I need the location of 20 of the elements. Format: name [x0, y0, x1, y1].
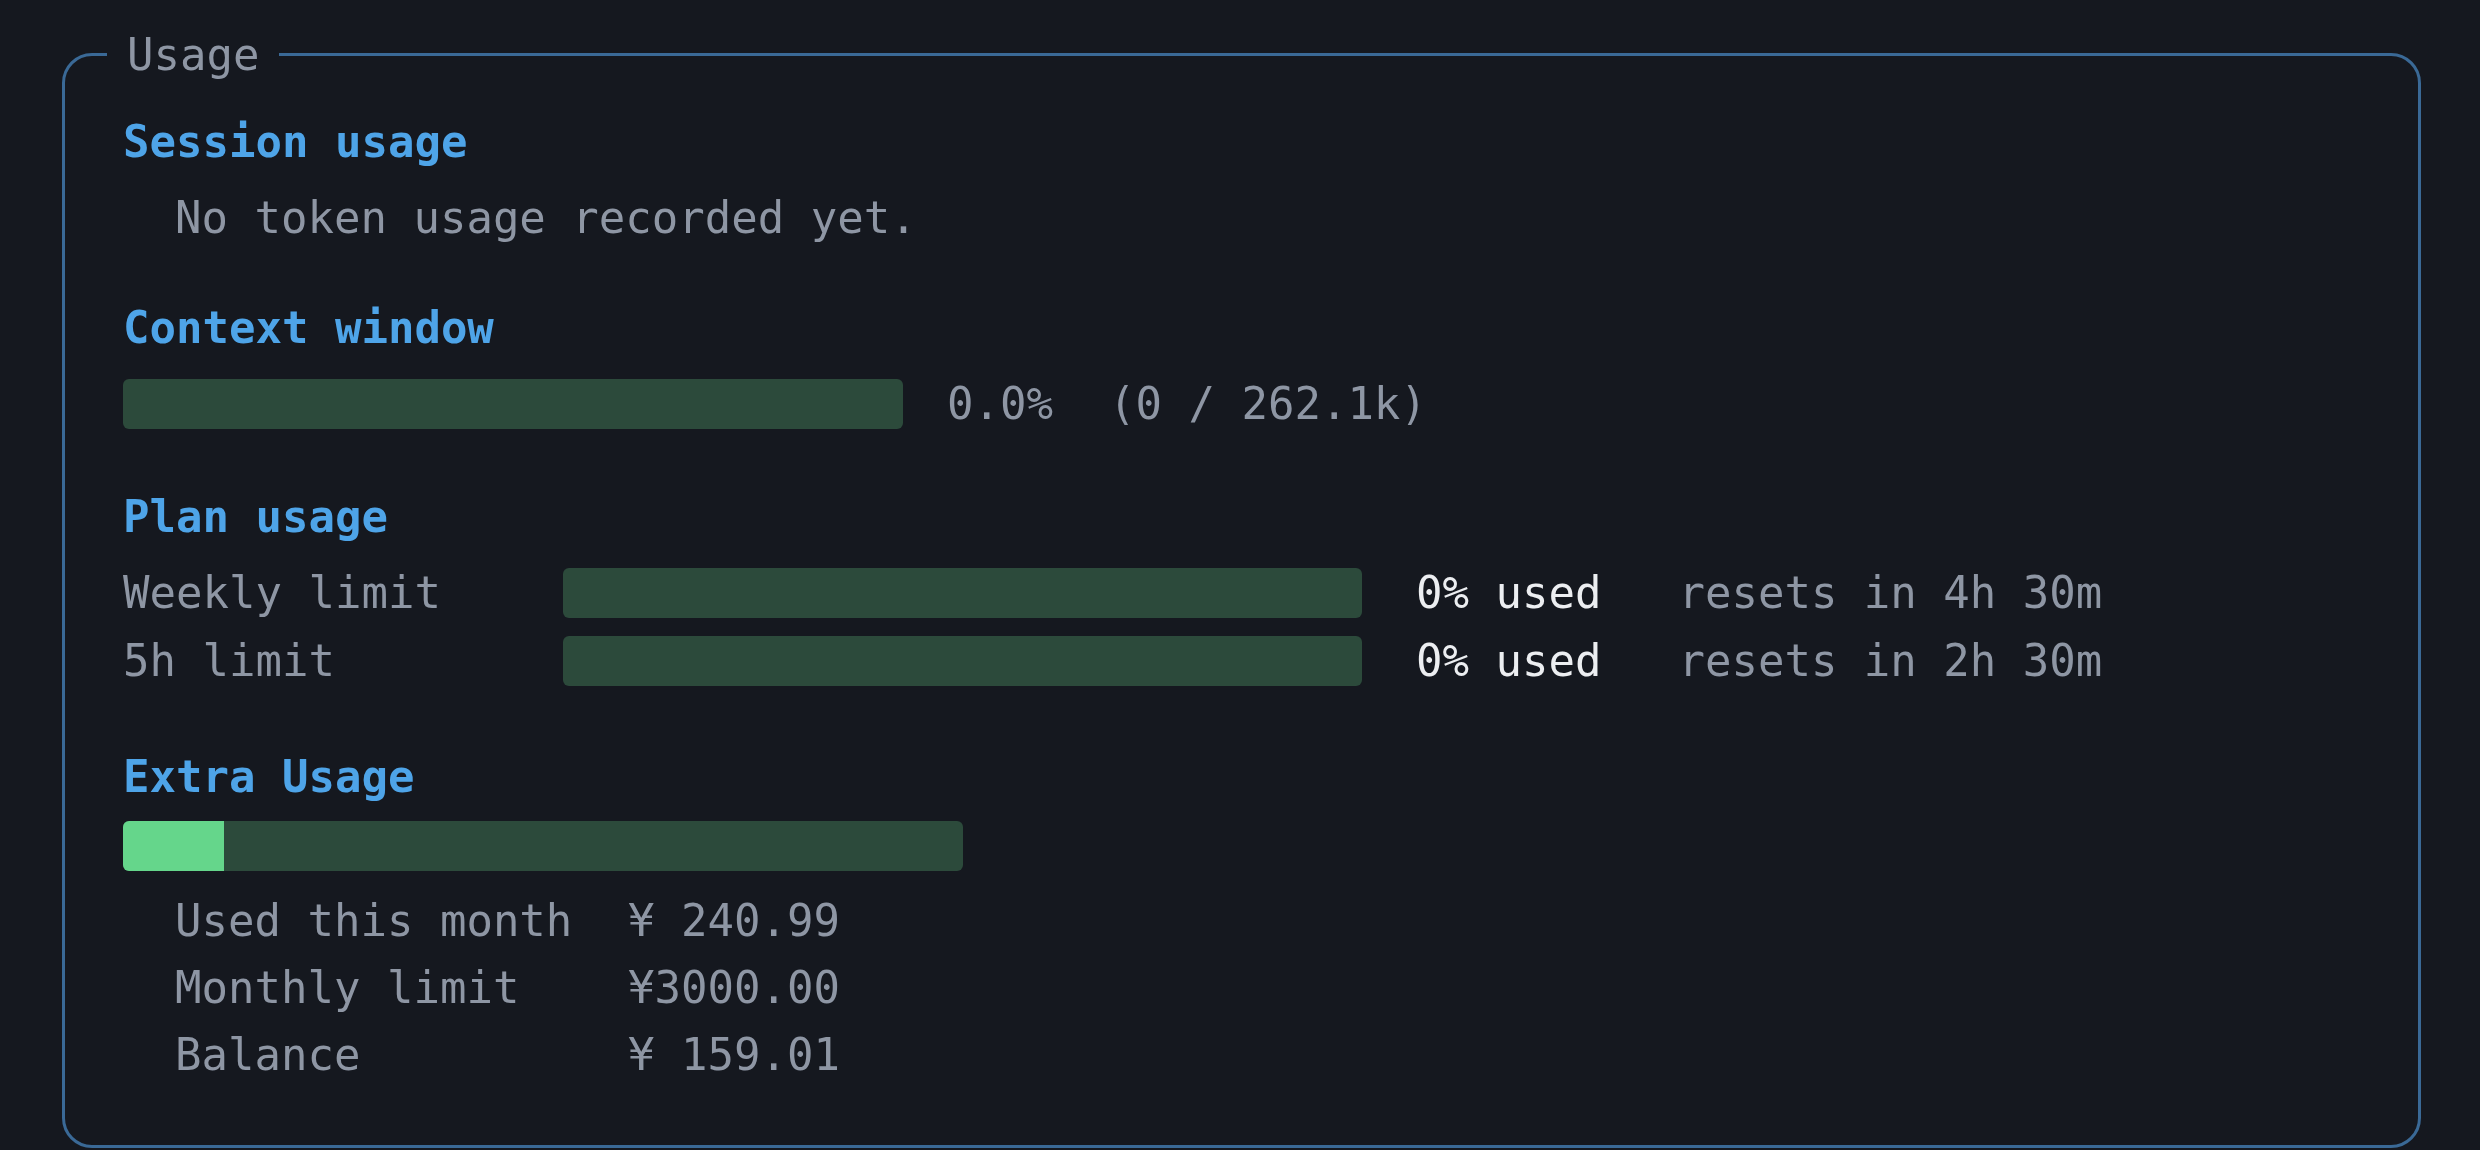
section-heading: Session usage	[123, 115, 468, 168]
used-percent: 0% used	[1416, 634, 1602, 687]
reset-time: resets in 2h 30m	[1678, 634, 2103, 687]
amount-value: ¥ 240.99	[628, 894, 840, 947]
status-message: No token usage recorded yet.	[174, 191, 917, 244]
amount-label: Monthly limit	[175, 961, 521, 1014]
reset-time: resets in 4h 30m	[1678, 566, 2103, 619]
section-heading: Plan usage	[123, 490, 388, 543]
amount-label: Used this month	[175, 894, 574, 947]
token-count: (0 / 262.1k)	[1108, 377, 1427, 430]
section-heading: Extra Usage	[123, 750, 415, 803]
amount-label: Balance	[175, 1028, 362, 1081]
limit-label: Weekly limit	[123, 566, 442, 619]
amount-value: ¥ 159.01	[628, 1028, 840, 1081]
amount-value: ¥3000.00	[628, 961, 840, 1014]
limit-label: 5h limit	[123, 634, 336, 687]
section-heading: Context window	[123, 301, 494, 354]
used-percent: 0% used	[1416, 566, 1602, 619]
usage-percent: 0.0%	[947, 377, 1053, 430]
panel-title: Usage	[126, 28, 261, 81]
